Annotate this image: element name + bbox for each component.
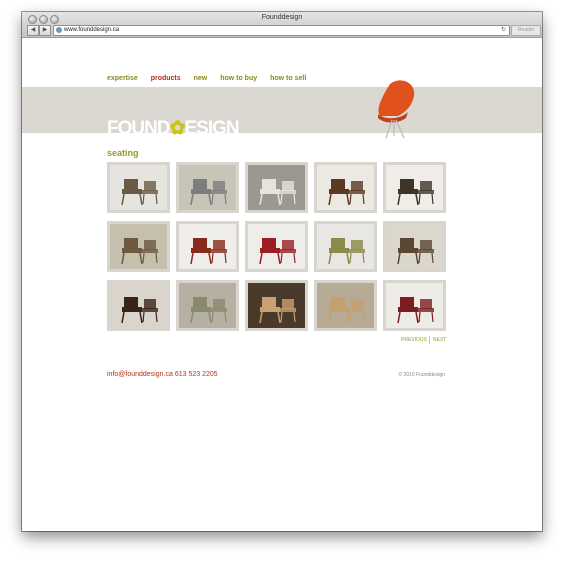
nav-products[interactable]: products: [151, 75, 181, 82]
product-photo: [386, 283, 443, 328]
browser-window: Founddesign ◀ ▶ www.founddesign.ca ↻ Rea…: [22, 12, 542, 531]
furniture-silhouette: [328, 297, 365, 324]
copyright-text: © 2010 Founddesign: [398, 372, 446, 378]
product-thumb-red-sofa[interactable]: [383, 280, 446, 331]
furniture-silhouette: [397, 179, 434, 206]
logo-text-esign: ESIGN: [184, 118, 239, 139]
furniture-silhouette: [190, 179, 227, 206]
product-photo: [110, 165, 167, 210]
nav-new[interactable]: new: [194, 75, 208, 82]
window-title: Founddesign: [261, 14, 303, 21]
site-logo[interactable]: FOUND✿ESIGN: [107, 117, 240, 140]
previous-link[interactable]: PREVIOUS: [401, 337, 427, 343]
product-photo: [317, 165, 374, 210]
product-thumb-dining-chair-set[interactable]: [383, 221, 446, 272]
product-photo: [386, 165, 443, 210]
product-photo: [317, 224, 374, 269]
back-button[interactable]: ◀: [27, 25, 39, 36]
nav-how-to-buy[interactable]: how to buy: [220, 75, 257, 82]
product-thumb-chairs-and-table-set[interactable]: [107, 162, 170, 213]
furniture-silhouette: [397, 297, 434, 324]
furniture-silhouette: [121, 238, 158, 265]
furniture-silhouette: [259, 297, 296, 324]
product-thumb-tall-back-chairs[interactable]: [245, 280, 308, 331]
product-thumb-white-chairs-row[interactable]: [245, 162, 308, 213]
url-text: www.founddesign.ca: [64, 27, 120, 33]
product-thumb-shell-chairs[interactable]: [176, 280, 239, 331]
next-link[interactable]: NEXT: [433, 337, 446, 343]
furniture-silhouette: [121, 297, 158, 324]
product-thumb-round-side-table[interactable]: [314, 221, 377, 272]
title-bar: Founddesign ◀ ▶ www.founddesign.ca ↻ Rea…: [22, 12, 542, 38]
product-thumb-lounge-chair-ottoman[interactable]: [314, 162, 377, 213]
product-thumb-red-armchair[interactable]: [176, 221, 239, 272]
furniture-silhouette: [328, 179, 365, 206]
furniture-silhouette: [121, 179, 158, 206]
furniture-silhouette: [190, 238, 227, 265]
forward-button[interactable]: ▶: [39, 25, 51, 36]
product-thumb-stacking-chairs[interactable]: [176, 162, 239, 213]
back-arrow-icon: ◀: [30, 27, 36, 33]
product-photo: [248, 165, 305, 210]
product-photo: [110, 224, 167, 269]
contact-info[interactable]: info@founddesign.ca 613 523 2205: [107, 371, 218, 378]
product-thumb-bar-stools[interactable]: [107, 280, 170, 331]
section-title: seating: [107, 148, 139, 158]
product-photo: [248, 224, 305, 269]
forward-arrow-icon: ▶: [42, 27, 48, 33]
logo-flower-icon: ✿: [169, 118, 186, 139]
product-thumb-red-highback-chair[interactable]: [245, 221, 308, 272]
product-photo: [179, 224, 236, 269]
web-page: expertise products new how to buy how to…: [22, 38, 542, 531]
product-photo: [386, 224, 443, 269]
site-globe-icon: [56, 27, 62, 33]
site-nav: expertise products new how to buy how to…: [107, 75, 317, 82]
reload-icon[interactable]: ↻: [501, 26, 506, 35]
product-thumb-floor-lamp[interactable]: [314, 280, 377, 331]
product-photo: [179, 165, 236, 210]
reader-button[interactable]: Reader: [511, 25, 541, 36]
header-band: [22, 87, 542, 133]
furniture-silhouette: [328, 238, 365, 265]
orange-shell-chair-image: [378, 80, 415, 139]
address-bar[interactable]: www.founddesign.ca ↻: [53, 25, 510, 36]
product-photo: [248, 283, 305, 328]
logo-text-found: FOUND: [107, 118, 171, 139]
nav-expertise[interactable]: expertise: [107, 75, 138, 82]
nav-how-to-sell[interactable]: how to sell: [270, 75, 306, 82]
product-photo: [110, 283, 167, 328]
product-photo: [317, 283, 374, 328]
pager-divider: [429, 336, 430, 344]
furniture-silhouette: [190, 297, 227, 324]
product-photo: [179, 283, 236, 328]
product-thumb-pair-lounge-chairs[interactable]: [383, 162, 446, 213]
furniture-silhouette: [259, 179, 296, 206]
furniture-silhouette: [397, 238, 434, 265]
product-thumb-upholstered-armchairs[interactable]: [107, 221, 170, 272]
furniture-silhouette: [259, 238, 296, 265]
